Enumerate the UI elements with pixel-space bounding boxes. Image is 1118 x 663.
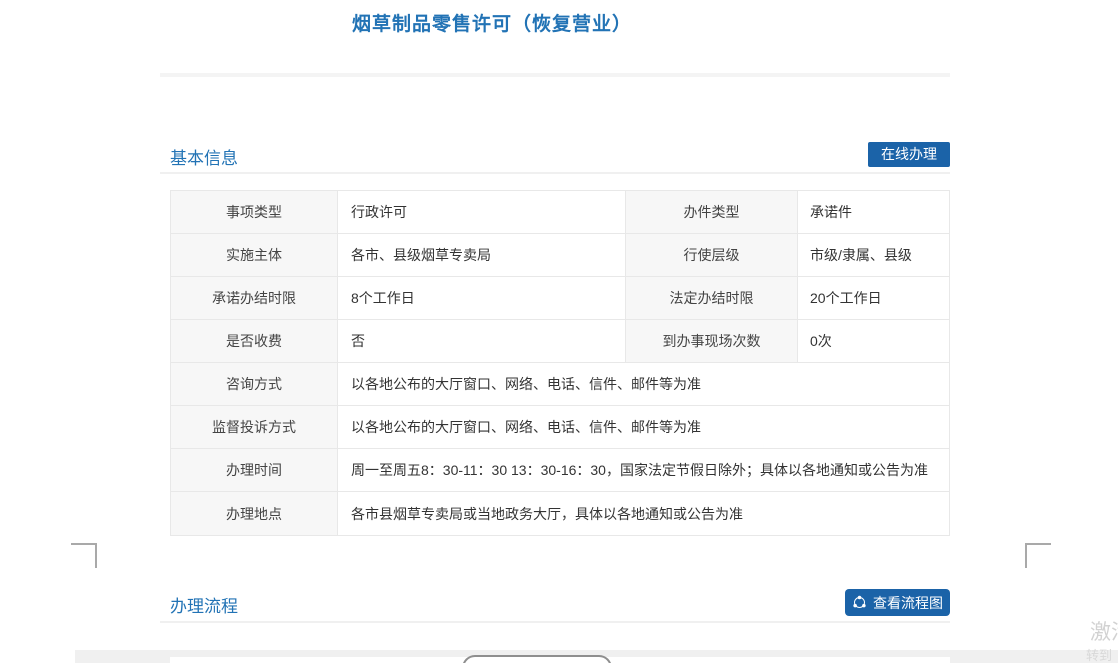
row-label: 事项类型 <box>171 191 338 233</box>
row-value: 承诺件 <box>798 191 949 233</box>
row-value: 20个工作日 <box>798 277 949 319</box>
table-row: 承诺办结时限 8个工作日 法定办结时限 20个工作日 <box>171 277 949 320</box>
row-label: 行使层级 <box>626 234 798 276</box>
row-label: 是否收费 <box>171 320 338 362</box>
table-row: 事项类型 行政许可 办件类型 承诺件 <box>171 191 949 234</box>
row-label: 办理地点 <box>171 492 338 535</box>
row-label: 办件类型 <box>626 191 798 233</box>
basic-info-table: 事项类型 行政许可 办件类型 承诺件 实施主体 各市、县级烟草专卖局 行使层级 … <box>170 190 950 536</box>
row-value: 各市、县级烟草专卖局 <box>338 234 626 276</box>
row-value: 否 <box>338 320 626 362</box>
row-label: 法定办结时限 <box>626 277 798 319</box>
row-label: 咨询方式 <box>171 363 338 405</box>
row-value: 周一至周五8：30-11：30 13：30-16：30，国家法定节假日除外；具体… <box>338 449 949 491</box>
table-row: 咨询方式 以各地公布的大厅窗口、网络、电话、信件、邮件等为准 <box>171 363 949 406</box>
row-label: 承诺办结时限 <box>171 277 338 319</box>
row-value: 行政许可 <box>338 191 626 233</box>
crop-corner-right <box>1025 543 1051 568</box>
view-flowchart-label: 查看流程图 <box>873 593 943 613</box>
flowchart-icon <box>852 595 867 610</box>
row-value: 市级/隶属、县级 <box>798 234 949 276</box>
row-label: 实施主体 <box>171 234 338 276</box>
table-row: 监督投诉方式 以各地公布的大厅窗口、网络、电话、信件、邮件等为准 <box>171 406 949 449</box>
row-label: 监督投诉方式 <box>171 406 338 448</box>
row-label: 办理时间 <box>171 449 338 491</box>
row-value: 0次 <box>798 320 949 362</box>
table-row: 办理时间 周一至周五8：30-11：30 13：30-16：30，国家法定节假日… <box>171 449 949 492</box>
basic-info-divider <box>160 172 950 174</box>
row-value: 8个工作日 <box>338 277 626 319</box>
service-detail-page: 烟草制品零售许可（恢复营业） 基本信息 在线办理 事项类型 行政许可 办件类型 … <box>0 0 1118 663</box>
table-row: 是否收费 否 到办事现场次数 0次 <box>171 320 949 363</box>
flowchart-start-node <box>462 655 612 663</box>
section-title-process: 办理流程 <box>170 592 238 617</box>
online-apply-button[interactable]: 在线办理 <box>868 142 950 167</box>
table-row: 办理地点 各市县烟草专卖局或当地政务大厅，具体以各地通知或公告为准 <box>171 492 949 535</box>
table-row: 实施主体 各市、县级烟草专卖局 行使层级 市级/隶属、县级 <box>171 234 949 277</box>
row-value: 以各地公布的大厅窗口、网络、电话、信件、邮件等为准 <box>338 406 949 448</box>
header-divider <box>160 73 950 77</box>
page-title: 烟草制品零售许可（恢复营业） <box>352 9 632 36</box>
activation-watermark-line2: 转到 <box>1086 645 1112 663</box>
row-value: 以各地公布的大厅窗口、网络、电话、信件、邮件等为准 <box>338 363 949 405</box>
row-value: 各市县烟草专卖局或当地政务大厅，具体以各地通知或公告为准 <box>338 492 949 535</box>
crop-corner-left <box>71 543 97 568</box>
process-divider <box>160 621 950 623</box>
row-label: 到办事现场次数 <box>626 320 798 362</box>
activation-watermark-line1: 激活 <box>1090 616 1118 646</box>
section-title-basic-info: 基本信息 <box>170 144 238 169</box>
view-flowchart-button[interactable]: 查看流程图 <box>845 589 950 616</box>
